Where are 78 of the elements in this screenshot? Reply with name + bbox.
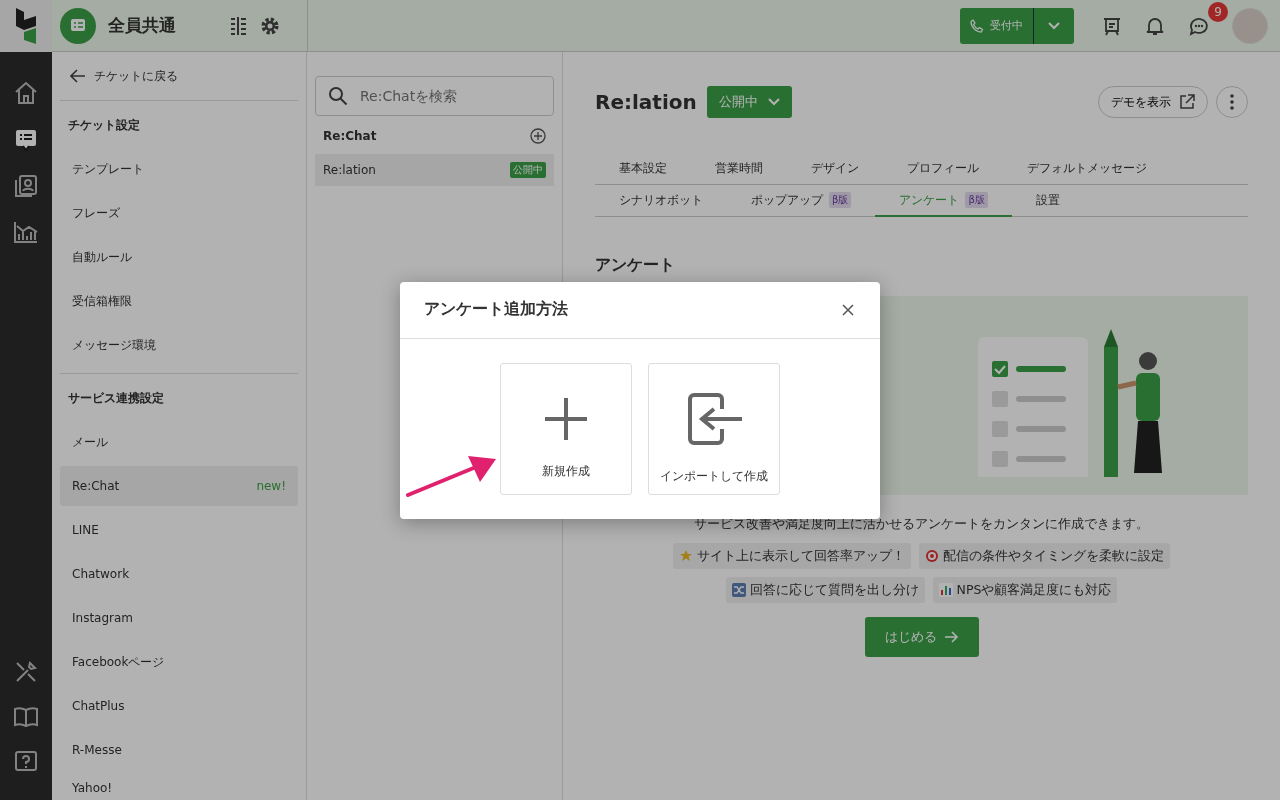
chevron-down-icon (1048, 21, 1060, 30)
page-title: Re:lation (595, 90, 697, 114)
search-icon (328, 86, 348, 106)
section-heading: サービス連携設定 (67, 390, 165, 407)
tab[interactable]: 営業時間 (691, 153, 787, 185)
target-icon (925, 549, 939, 563)
chat-icon[interactable] (1188, 15, 1210, 36)
book-icon[interactable] (13, 706, 39, 728)
tab[interactable]: プロフィール (883, 153, 1003, 185)
feature-chip: 配信の条件やタイミングを柔軟に設定 (919, 543, 1170, 569)
section-heading: チケット設定 (67, 117, 141, 134)
ticket-icon[interactable] (14, 128, 38, 152)
sidebar-item[interactable]: LINE (60, 510, 298, 550)
section-title: アンケート (595, 255, 676, 276)
beta-label: β版 (829, 192, 852, 208)
star-icon (679, 549, 693, 563)
modal-title: アンケート追加方法 (424, 299, 568, 320)
back-link[interactable]: チケットに戻る (60, 52, 298, 101)
status-dropdown-button[interactable] (1034, 7, 1074, 44)
tab[interactable]: デフォルトメッセージ (1003, 153, 1171, 185)
status-tag: 公開中 (510, 162, 546, 178)
option-card[interactable]: インポートして作成 (648, 362, 780, 495)
tab[interactable]: ポップアップ β版 (727, 185, 876, 217)
import-icon (686, 393, 742, 445)
external-link-icon (1179, 94, 1195, 110)
sidebar-item[interactable]: テンプレート (60, 149, 298, 189)
sidebar-item[interactable]: ChatPlus (60, 686, 298, 726)
notification-badge: 9 (1208, 1, 1228, 22)
list-heading: Re:Chat (323, 129, 377, 143)
sort-icon[interactable] (228, 14, 248, 37)
bar-chart-icon (938, 583, 953, 597)
tab[interactable]: 設置 (1011, 185, 1084, 217)
shuffle-icon (731, 583, 746, 597)
logo-icon (14, 8, 38, 44)
analytics-icon[interactable] (13, 220, 39, 244)
more-icon (1230, 94, 1234, 110)
list-item[interactable]: Re:lation 公開中 (315, 154, 554, 186)
feature-chip: サイト上に表示して回答率アップ！ (673, 543, 911, 569)
help-icon[interactable] (14, 750, 38, 774)
arrow-left-icon (70, 69, 86, 83)
tab[interactable]: 基本設定 (595, 153, 691, 185)
settings-icon[interactable] (260, 15, 280, 36)
sidebar-item[interactable]: フレーズ (60, 193, 298, 233)
home-icon[interactable] (13, 80, 39, 106)
bell-icon[interactable] (1146, 15, 1164, 36)
tools-icon[interactable] (14, 660, 38, 684)
add-circle-icon[interactable] (530, 128, 546, 144)
plus-icon (545, 398, 587, 440)
phone-icon (970, 18, 984, 33)
board-icon[interactable] (1102, 15, 1122, 36)
sidebar-item[interactable]: 自動ルール (60, 237, 298, 277)
tab[interactable]: デザイン (787, 153, 883, 185)
contacts-icon[interactable] (14, 174, 38, 198)
sidebar-item[interactable]: Facebookページ (60, 642, 298, 682)
workspace-name: 全員共通 (108, 14, 177, 37)
demo-button[interactable]: デモを表示 (1098, 86, 1208, 118)
sidebar-item[interactable]: 受信箱権限 (60, 281, 298, 321)
chevron-down-icon (767, 98, 780, 106)
beta-label: β版 (965, 192, 988, 208)
tab[interactable]: シナリオボット (595, 185, 727, 217)
more-button[interactable] (1216, 86, 1248, 118)
sidebar-item[interactable]: メッセージ環境 (60, 325, 298, 365)
search-input[interactable]: Re:Chatを検索 (358, 87, 541, 105)
sidebar-item[interactable]: Chatwork (60, 554, 298, 594)
search-field[interactable]: Re:Chatを検索 (315, 76, 554, 116)
feature-chip: 回答に応じて質問を出し分け (725, 577, 925, 603)
sidebar-item[interactable]: メール (60, 422, 298, 462)
new-label: new! (256, 479, 286, 493)
sidebar-item[interactable]: R-Messe (60, 730, 298, 770)
inbox-icon (60, 7, 96, 44)
option-card[interactable]: 新規作成 (500, 362, 632, 495)
close-icon[interactable] (842, 303, 854, 316)
tab[interactable]: アンケート β版 (875, 185, 1012, 217)
arrow-right-icon (944, 631, 959, 643)
sidebar-item[interactable]: Yahoo! (60, 770, 298, 800)
feature-chip: NPSや顧客満足度にも対応 (932, 577, 1118, 603)
sidebar-item[interactable]: Re:Chat new! (60, 466, 298, 506)
sidebar-item[interactable]: Instagram (60, 598, 298, 638)
